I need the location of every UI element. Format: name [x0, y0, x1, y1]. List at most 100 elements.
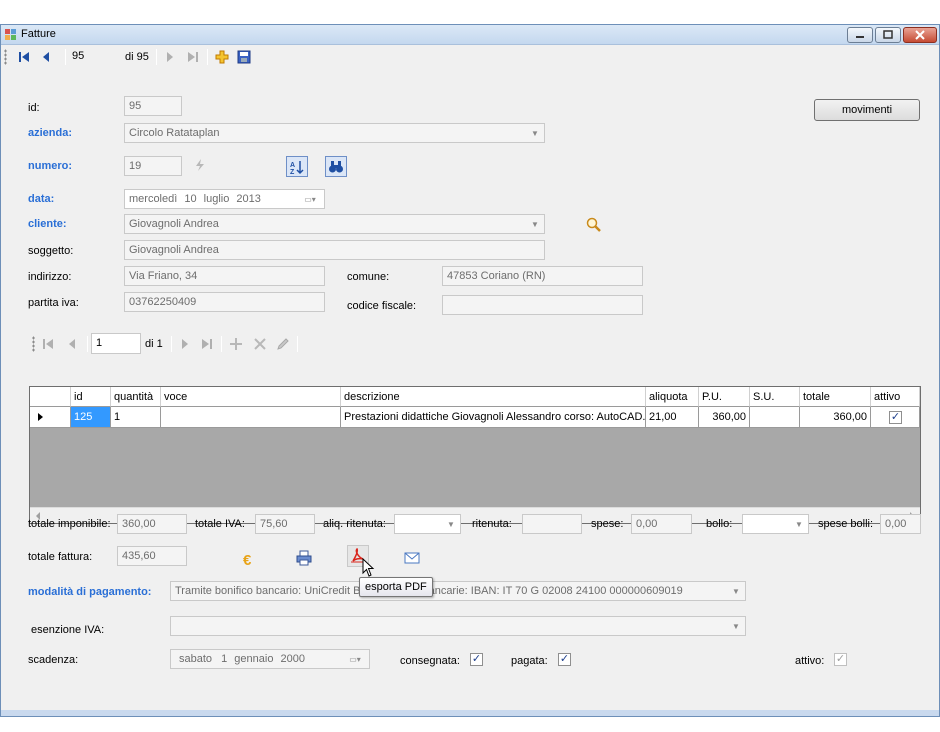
- generate-number-button[interactable]: [191, 156, 209, 174]
- save-button[interactable]: [235, 48, 253, 66]
- totale-iva-field: 75,60: [255, 514, 315, 534]
- maximize-button[interactable]: [875, 27, 901, 43]
- spese-bolli-field[interactable]: 0,00: [880, 514, 921, 534]
- lightning-icon: [196, 159, 204, 171]
- col-header-aliquota[interactable]: aliquota: [646, 387, 699, 407]
- email-button[interactable]: [403, 549, 421, 567]
- sort-button[interactable]: AZ: [286, 156, 308, 177]
- col-header-descrizione[interactable]: descrizione: [341, 387, 646, 407]
- close-button[interactable]: [903, 27, 937, 43]
- subnav-grip[interactable]: [32, 336, 35, 352]
- righe-grid[interactable]: id quantità voce descrizione aliquota P.…: [29, 386, 921, 524]
- table-cell-id[interactable]: 125: [71, 407, 111, 428]
- modalita-pagamento-label: modalità di pagamento:: [28, 586, 152, 598]
- search-cliente-button[interactable]: [585, 216, 603, 234]
- comune-label: comune:: [347, 271, 390, 283]
- attivo-checkbox[interactable]: ✓: [834, 653, 847, 666]
- id-field: 95: [124, 96, 182, 116]
- scadenza-weekday: sabato: [179, 653, 213, 665]
- pagata-label: pagata:: [511, 655, 548, 667]
- table-cell-voce[interactable]: [161, 407, 341, 428]
- subnav-count: di 1: [145, 338, 163, 350]
- movimenti-button[interactable]: movimenti: [814, 99, 920, 121]
- codice-fiscale-field[interactable]: [442, 295, 643, 315]
- table-cell-aliquota[interactable]: 21,00: [646, 407, 699, 428]
- col-header-su[interactable]: S.U.: [750, 387, 800, 407]
- toolbar-grip[interactable]: [4, 49, 7, 65]
- scadenza-day: 1: [221, 653, 228, 665]
- table-cell-attivo[interactable]: ✓: [871, 407, 920, 428]
- scadenza-datepicker[interactable]: sabato 1 gennaio 2000 ▭▾: [170, 649, 370, 669]
- first-record-icon: [43, 339, 53, 349]
- subnav-edit-button[interactable]: [274, 335, 292, 353]
- data-datepicker[interactable]: mercoledì 10 luglio 2013 ▭▾: [124, 189, 325, 209]
- col-header-quantita[interactable]: quantità: [111, 387, 161, 407]
- subnav-previous-button[interactable]: [63, 335, 81, 353]
- totale-fattura-field: 435,60: [117, 546, 187, 566]
- col-header-pu[interactable]: P.U.: [699, 387, 750, 407]
- col-header-id[interactable]: id: [71, 387, 111, 407]
- table-cell-pu[interactable]: 360,00: [699, 407, 750, 428]
- move-last-button[interactable]: [184, 48, 202, 66]
- calendar-dropdown-icon[interactable]: ▭▾: [343, 652, 367, 666]
- subnav-delete-button[interactable]: [251, 335, 269, 353]
- subnav-add-button[interactable]: [227, 335, 245, 353]
- totale-iva-label: totale IVA:: [195, 518, 245, 530]
- cliente-combo[interactable]: Giovagnoli Andrea ▼: [124, 214, 545, 234]
- find-button[interactable]: [325, 156, 347, 177]
- numero-label: numero:: [28, 160, 72, 172]
- euro-button[interactable]: €: [241, 550, 257, 568]
- ritenuta-field[interactable]: [522, 514, 582, 534]
- row-header[interactable]: [30, 407, 71, 428]
- add-new-button[interactable]: [213, 48, 231, 66]
- consegnata-checkbox[interactable]: ✓: [470, 653, 483, 666]
- svg-text:A: A: [290, 162, 295, 169]
- comune-field[interactable]: 47853 Coriano (RN): [442, 266, 643, 286]
- data-year: 2013: [236, 193, 261, 205]
- table-cell-totale[interactable]: 360,00: [800, 407, 871, 428]
- chevron-down-icon[interactable]: ▼: [528, 126, 542, 140]
- pagata-checkbox[interactable]: ✓: [558, 653, 571, 666]
- table-cell-su[interactable]: [750, 407, 800, 428]
- aliq-ritenuta-combo[interactable]: ▼: [394, 514, 461, 534]
- partita-iva-field[interactable]: 03762250409: [124, 292, 325, 312]
- totale-imponibile-field: 360,00: [117, 514, 187, 534]
- data-month: luglio: [203, 193, 230, 205]
- subnav-first-button[interactable]: [39, 335, 57, 353]
- minimize-icon: [856, 36, 864, 38]
- print-button[interactable]: [295, 549, 313, 567]
- subnav-next-button[interactable]: [176, 335, 194, 353]
- chevron-down-icon[interactable]: ▼: [729, 619, 743, 633]
- numero-field[interactable]: 19: [124, 156, 182, 176]
- soggetto-field[interactable]: Giovagnoli Andrea: [124, 240, 545, 260]
- spese-bolli-label: spese bolli:: [818, 518, 874, 530]
- bollo-combo[interactable]: ▼: [742, 514, 809, 534]
- minimize-button[interactable]: [847, 27, 873, 43]
- spese-field[interactable]: 0,00: [631, 514, 692, 534]
- record-position-input[interactable]: 95: [69, 47, 119, 66]
- move-previous-button[interactable]: [37, 48, 55, 66]
- move-first-button[interactable]: [15, 48, 33, 66]
- chevron-down-icon[interactable]: ▼: [528, 217, 542, 231]
- next-record-icon: [167, 52, 173, 62]
- chevron-down-icon[interactable]: ▼: [792, 517, 806, 531]
- chevron-down-icon[interactable]: ▼: [729, 584, 743, 598]
- subnav-position-input[interactable]: 1: [91, 333, 141, 354]
- title-bar[interactable]: Fatture: [1, 25, 939, 45]
- col-header-attivo[interactable]: attivo: [871, 387, 920, 407]
- calendar-dropdown-icon[interactable]: ▭▾: [298, 192, 322, 206]
- table-cell-quantita[interactable]: 1: [111, 407, 161, 428]
- col-header-totale[interactable]: totale: [800, 387, 871, 407]
- col-header-voce[interactable]: voce: [161, 387, 341, 407]
- chevron-down-icon[interactable]: ▼: [444, 517, 458, 531]
- table-cell-descrizione[interactable]: Prestazioni didattiche Giovagnoli Alessa…: [341, 407, 646, 428]
- attivo-row-checkbox[interactable]: ✓: [889, 411, 902, 424]
- esenzione-iva-combo[interactable]: ▼: [170, 616, 746, 636]
- azienda-combo[interactable]: Circolo Ratataplan ▼: [124, 123, 545, 143]
- subnav-last-button[interactable]: [198, 335, 216, 353]
- modalita-pagamento-combo[interactable]: Tramite bonifico bancario: UniCredit Ba a…: [170, 581, 746, 601]
- binoculars-icon: [329, 160, 343, 172]
- move-next-button[interactable]: [161, 48, 179, 66]
- indirizzo-field[interactable]: Via Friano, 34: [124, 266, 325, 286]
- ritenuta-label: ritenuta:: [472, 518, 512, 530]
